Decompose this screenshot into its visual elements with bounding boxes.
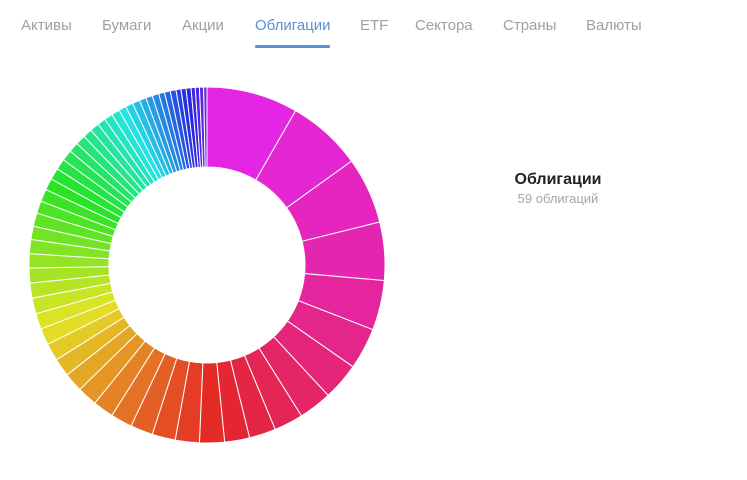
active-tab-indicator [255, 45, 330, 48]
tab-sectors[interactable]: Сектора [415, 17, 473, 35]
tab-assets[interactable]: Активы [21, 17, 72, 35]
tab-currencies[interactable]: Валюты [586, 17, 642, 35]
tab-securities[interactable]: Бумаги [102, 17, 151, 35]
tab-etf[interactable]: ETF [360, 17, 388, 35]
tooltip-title: Облигации [514, 171, 602, 188]
chart-tooltip: Облигации 59 облигаций [498, 170, 618, 208]
donut-svg [28, 86, 386, 444]
tab-bar: Активы Бумаги Акции Облигации ETF Сектор… [0, 0, 747, 50]
tab-stocks[interactable]: Акции [182, 17, 224, 35]
tab-countries[interactable]: Страны [503, 17, 556, 35]
tab-bonds[interactable]: Облигации [255, 17, 331, 35]
tooltip-subtitle: 59 облигаций [517, 191, 599, 206]
bonds-donut-chart [0, 60, 420, 480]
